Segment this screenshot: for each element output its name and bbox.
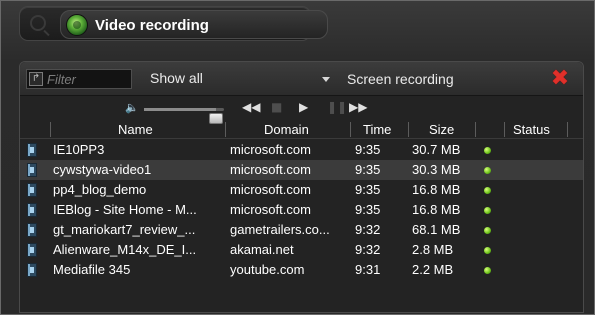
table-row[interactable]: cywstywa-video1 microsoft.com 9:35 30.3 … [20,160,583,180]
row-size: 68.1 MB [412,222,461,237]
row-time: 9:32 [355,242,381,257]
search-icon[interactable] [30,15,46,31]
row-size: 2.8 MB [412,242,454,257]
show-filter-dropdown[interactable]: Show all [150,70,330,88]
column-divider[interactable] [408,122,409,137]
row-name: pp4_blog_demo [53,182,147,197]
row-name: IE10PP3 [53,142,105,157]
video-file-icon [27,183,37,197]
column-divider[interactable] [567,122,568,137]
status-indicator-icon [484,247,491,254]
row-name: Mediafile 345 [53,262,131,277]
video-file-icon [27,243,37,257]
video-file-icon [27,263,37,277]
column-divider[interactable] [350,122,351,137]
video-file-icon [27,203,37,217]
row-name: Alienware_M14x_DE_I... [53,242,197,257]
fast-forward-icon[interactable]: ▶▶ [349,100,367,114]
player-controls: 🔈 ◀◀ ■ ▶ ❚❚ ▶▶ [20,98,583,124]
pause-icon[interactable]: ❚❚ [327,100,347,114]
app-title: Video recording [95,17,209,34]
table-row[interactable]: Alienware_M14x_DE_I... akamai.net 9:32 2… [20,240,583,260]
row-time: 9:32 [355,222,381,237]
row-size: 2.2 MB [412,262,454,277]
row-size: 30.7 MB [412,142,461,157]
row-size: 16.8 MB [412,182,461,197]
green-lens-icon [66,14,88,36]
show-filter-value: Show all [150,70,203,86]
chevron-down-icon [322,77,330,82]
video-file-icon [27,223,37,237]
table-row[interactable]: pp4_blog_demo microsoft.com 9:35 16.8 MB [20,180,583,200]
title-pill: Video recording [60,10,328,39]
row-domain: akamai.net [230,242,294,257]
column-divider[interactable] [225,122,226,137]
stop-icon[interactable]: ■ [271,100,282,114]
table-row[interactable]: Mediafile 345 youtube.com 9:31 2.2 MB [20,260,583,280]
app-window: Video recording ↱ Show all Screen record… [0,0,595,315]
table-row[interactable]: gt_mariokart7_review_... gametrailers.co… [20,220,583,240]
column-header-size[interactable]: Size [429,122,454,137]
recordings-panel: ↱ Show all Screen recording ✖ 🔈 ◀◀ ■ ▶ ❚… [19,61,584,313]
column-divider[interactable] [50,122,51,137]
screen-recording-button[interactable]: Screen recording [347,71,454,87]
table-row[interactable]: IEBlog - Site Home - M... microsoft.com … [20,200,583,220]
status-indicator-icon [484,147,491,154]
column-header-name[interactable]: Name [118,122,153,137]
column-divider[interactable] [504,122,505,137]
row-domain: microsoft.com [230,182,311,197]
column-header-status[interactable]: Status [513,122,550,137]
play-icon[interactable]: ▶ [299,100,308,114]
row-time: 9:35 [355,162,381,177]
row-time: 9:35 [355,182,381,197]
status-indicator-icon [484,207,491,214]
column-header-time[interactable]: Time [363,122,391,137]
video-file-icon [27,163,37,177]
status-indicator-icon [484,267,491,274]
column-header-domain[interactable]: Domain [264,122,309,137]
filter-box[interactable]: ↱ [26,69,132,89]
row-time: 9:35 [355,142,381,157]
row-domain: youtube.com [230,262,305,277]
status-indicator-icon [484,187,491,194]
video-file-icon [27,143,37,157]
row-name: IEBlog - Site Home - M... [53,202,197,217]
row-domain: microsoft.com [230,162,311,177]
status-indicator-icon [484,167,491,174]
status-indicator-icon [484,227,491,234]
row-domain: microsoft.com [230,142,311,157]
volume-slider[interactable] [144,108,224,124]
title-bar: Video recording [19,6,328,41]
volume-fill [144,108,216,111]
row-time: 9:31 [355,262,381,277]
row-size: 30.3 MB [412,162,461,177]
row-name: cywstywa-video1 [53,162,152,177]
row-time: 9:35 [355,202,381,217]
speaker-icon[interactable]: 🔈 [125,101,139,114]
close-icon[interactable]: ✖ [550,68,570,90]
table-header: Name Domain Time Size Status [20,120,583,139]
row-domain: gametrailers.co... [230,222,330,237]
row-domain: microsoft.com [230,202,311,217]
toolbar: ↱ Show all Screen recording ✖ [20,62,583,96]
column-divider[interactable] [475,122,476,137]
row-size: 16.8 MB [412,202,461,217]
row-name: gt_mariokart7_review_... [53,222,196,237]
table-row[interactable]: IE10PP3 microsoft.com 9:35 30.7 MB [20,140,583,160]
filter-input[interactable] [47,70,131,88]
rewind-icon[interactable]: ◀◀ [242,100,260,114]
filter-arrow-icon[interactable]: ↱ [29,72,43,86]
